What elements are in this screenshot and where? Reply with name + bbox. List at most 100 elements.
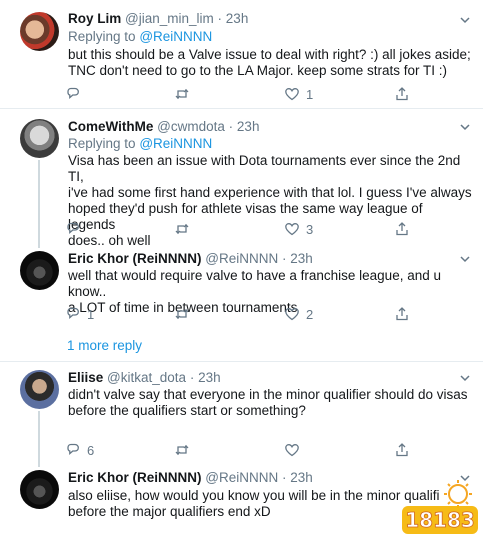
separator: · [217,11,223,26]
reply-button[interactable]: 1 [65,305,94,323]
chevron-down-icon[interactable] [459,14,471,26]
replying-label: Replying to [68,136,136,151]
share-button[interactable] [394,305,410,323]
tweet-text-line: but this should be a Valve issue to deal… [68,47,471,62]
author-handle[interactable]: @jian_min_lim [125,11,214,26]
like-button[interactable] [284,441,306,459]
like-button[interactable]: 1 [284,85,313,103]
tweet-header: Eric Khor (ReiNNNN) @ReiNNNN · 23h [68,251,313,266]
watermark-text: 18183 [405,508,475,532]
reply-count: 6 [87,442,95,458]
timestamp[interactable]: 23h [226,11,249,26]
tweet-roy-lim[interactable]: Roy Lim @jian_min_lim · 23h Replying to … [0,0,483,108]
tweet-actions: 6 [62,441,408,459]
replying-mention[interactable]: @ReiNNNN [139,29,212,44]
share-button[interactable] [394,85,410,103]
tweet-text-line: i've had some first hand experience with… [68,185,472,200]
like-icon [285,223,299,236]
author-handle[interactable]: @ReiNNNN [205,251,278,266]
tweet-actions: 1 [62,85,408,103]
tweet-eliise[interactable]: Eliise @kitkat_dota · 23h didn't valve s… [0,362,483,462]
retweet-icon [175,308,189,320]
separator: · [189,370,195,385]
tweet-actions: 1 2 [62,305,408,323]
sun-rays-icon [444,480,472,508]
like-icon [285,88,299,101]
retweet-icon [175,223,189,235]
like-button[interactable]: 3 [284,220,313,238]
timestamp[interactable]: 23h [237,119,260,134]
tweet-text-line: Visa has been an issue with Dota tournam… [68,153,461,184]
tweet-text-line: well that would require valve to have a … [68,268,441,299]
tweet-text: but this should be a Valve issue to deal… [68,47,473,79]
reply-button[interactable]: 6 [65,441,94,459]
tweet-header: Eliise @kitkat_dota · 23h [68,370,221,385]
like-button[interactable]: 2 [284,305,313,323]
reply-button[interactable] [65,85,87,103]
author-name[interactable]: ComeWithMe [68,119,153,134]
replying-mention[interactable]: @ReiNNNN [139,136,212,151]
retweet-button[interactable] [174,441,196,459]
author-handle[interactable]: @kitkat_dota [107,370,186,385]
retweet-button[interactable] [174,220,196,238]
share-icon [396,443,408,457]
reply-count: 1 [87,306,95,322]
show-more-replies-link[interactable]: 1 more reply [67,338,142,353]
reply-icon [67,87,79,100]
tweet-header: Eric Khor (ReiNNNN) @ReiNNNN · 23h [68,470,313,485]
separator: · [282,470,287,485]
tweet-header: ComeWithMe @cwmdota · 23h [68,119,259,134]
retweet-icon [175,444,189,456]
author-name[interactable]: Roy Lim [68,11,121,26]
chevron-down-icon[interactable] [459,253,471,265]
chevron-down-icon[interactable] [459,372,471,384]
replying-to: Replying to @ReiNNNN [68,136,212,151]
avatar[interactable] [20,251,59,290]
like-count: 1 [306,86,314,102]
tweet-text-line: TNC don't need to go to the LA Major. ke… [68,63,448,78]
tweet-eric-khor[interactable]: Eric Khor (ReiNNNN) @ReiNNNN · 23h well … [0,243,483,331]
chevron-down-icon[interactable] [459,121,471,133]
watermark-logo: 18183 [402,480,478,534]
tweet-header: Roy Lim @jian_min_lim · 23h [68,11,248,26]
tweet-text-line: before the qualifiers start or something… [68,403,306,418]
avatar[interactable] [20,470,59,509]
share-icon [396,307,408,321]
replying-label: Replying to [68,29,136,44]
tweet-text-line: didn't valve say that everyone in the mi… [68,387,468,402]
replying-to: Replying to @ReiNNNN [68,29,212,44]
timestamp[interactable]: 23h [290,251,313,266]
tweet-comewithme[interactable]: ComeWithMe @cwmdota · 23h Replying to @R… [0,109,483,248]
like-icon [285,308,299,321]
like-count: 2 [306,306,314,322]
share-button[interactable] [394,441,410,459]
avatar[interactable] [20,12,59,51]
thread-line [38,160,40,248]
share-icon [396,87,408,101]
like-icon [285,444,299,457]
thread-line [38,411,40,467]
author-name[interactable]: Eric Khor (ReiNNNN) [68,251,202,266]
reply-icon [67,443,79,456]
avatar[interactable] [20,119,59,158]
share-icon [396,222,408,236]
retweet-button[interactable] [174,85,196,103]
reply-button[interactable] [65,220,87,238]
separator: · [228,119,234,134]
retweet-button[interactable] [174,305,196,323]
reply-icon [67,222,79,235]
author-name[interactable]: Eric Khor (ReiNNNN) [68,470,202,485]
author-name[interactable]: Eliise [68,370,103,385]
timestamp[interactable]: 23h [290,470,313,485]
tweet-text: didn't valve say that everyone in the mi… [68,387,473,419]
author-handle[interactable]: @ReiNNNN [205,470,278,485]
timestamp[interactable]: 23h [198,370,221,385]
retweet-icon [175,88,189,100]
reply-icon [67,307,79,320]
like-count: 3 [306,221,314,237]
share-button[interactable] [394,220,410,238]
tweet-actions: 3 [62,220,408,238]
avatar[interactable] [20,370,59,409]
author-handle[interactable]: @cwmdota [157,119,225,134]
separator: · [282,251,287,266]
